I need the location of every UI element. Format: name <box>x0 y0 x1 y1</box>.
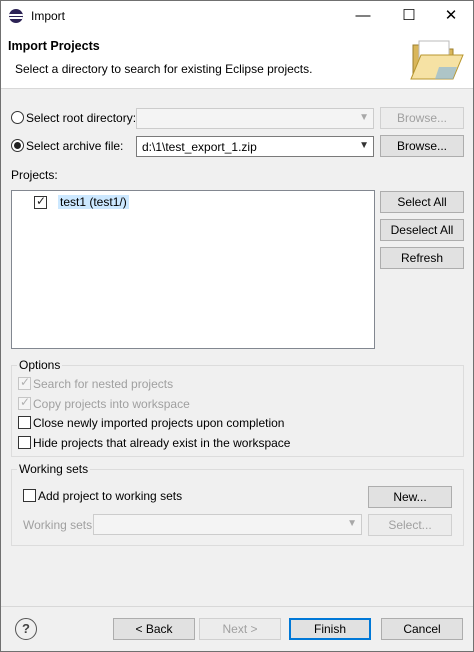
root-browse-button[interactable]: Browse... <box>380 107 464 129</box>
next-button[interactable]: Next > <box>199 618 281 640</box>
finish-button[interactable]: Finish <box>289 618 371 640</box>
new-working-set-button[interactable]: New... <box>368 486 452 508</box>
archive-file-label: Select archive file: <box>26 139 124 153</box>
options-legend: Options <box>17 358 63 372</box>
maximize-icon[interactable]: ☐ <box>387 1 431 31</box>
footer-divider <box>1 606 473 607</box>
minimize-icon[interactable]: — <box>341 1 385 31</box>
copy-projects-checkbox[interactable] <box>18 395 31 410</box>
root-directory-radio[interactable] <box>11 111 24 124</box>
projects-label: Projects: <box>11 168 58 182</box>
search-nested-label: Search for nested projects <box>33 377 174 391</box>
cancel-button[interactable]: Cancel <box>381 618 463 640</box>
help-icon[interactable]: ? <box>15 618 37 640</box>
back-button[interactable]: < Back <box>113 618 195 640</box>
working-sets-combo[interactable]: ▼ <box>93 514 362 535</box>
archive-file-combo[interactable]: d:\1\test_export_1.zip ▼ <box>136 136 374 157</box>
chevron-down-icon: ▼ <box>359 140 369 151</box>
chevron-down-icon: ▼ <box>359 112 369 123</box>
working-sets-label: Working sets: <box>23 518 96 532</box>
working-sets-legend: Working sets <box>17 462 91 476</box>
close-icon[interactable]: ✕ <box>429 1 473 31</box>
search-nested-checkbox[interactable] <box>18 375 31 390</box>
archive-browse-button[interactable]: Browse... <box>380 135 464 157</box>
page-description: Select a directory to search for existin… <box>15 62 313 76</box>
copy-projects-label: Copy projects into workspace <box>33 397 190 411</box>
hide-existing-label: Hide projects that already exist in the … <box>33 436 291 450</box>
project-label: test1 (test1/) <box>58 195 129 209</box>
archive-file-value: d:\1\test_export_1.zip <box>142 140 257 154</box>
eclipse-icon <box>9 9 23 23</box>
projects-list[interactable]: test1 (test1/) <box>11 190 375 349</box>
close-imported-label: Close newly imported projects upon compl… <box>33 416 285 430</box>
refresh-button[interactable]: Refresh <box>380 247 464 269</box>
title-bar: Import — ☐ ✕ <box>1 1 473 31</box>
archive-file-radio[interactable] <box>11 139 24 152</box>
select-all-button[interactable]: Select All <box>380 191 464 213</box>
page-title: Import Projects <box>8 39 100 53</box>
window-title: Import <box>31 9 66 23</box>
chevron-down-icon: ▼ <box>347 518 357 529</box>
project-checkbox[interactable] <box>34 194 47 209</box>
root-directory-label: Select root directory: <box>26 111 137 125</box>
close-imported-checkbox[interactable] <box>18 416 31 429</box>
deselect-all-button[interactable]: Deselect All <box>380 219 464 241</box>
open-folder-icon <box>410 40 464 80</box>
hide-existing-checkbox[interactable] <box>18 436 31 449</box>
root-directory-combo[interactable]: ▼ <box>136 108 374 129</box>
select-working-sets-button[interactable]: Select... <box>368 514 452 536</box>
add-to-working-sets-label: Add project to working sets <box>38 489 183 503</box>
add-to-working-sets-checkbox[interactable] <box>23 489 36 502</box>
wizard-header: Import Projects Select a directory to se… <box>1 31 473 89</box>
import-dialog: Import — ☐ ✕ Import Projects Select a di… <box>0 0 474 652</box>
